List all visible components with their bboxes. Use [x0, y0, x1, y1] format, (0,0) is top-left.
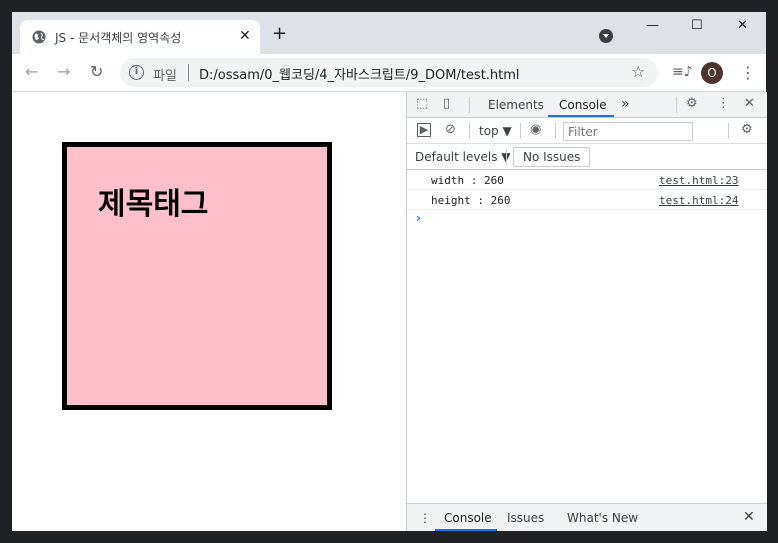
- devtools-panel: ⬚ ▯ Elements Console » ⚙ ⋮ ✕ ▶ ⊘ top ▼ ◉…: [406, 92, 767, 531]
- devtools-tabbar: ⬚ ▯ Elements Console » ⚙ ⋮ ✕: [407, 92, 767, 118]
- console-prompt-icon[interactable]: ›: [416, 211, 421, 225]
- log-source-link[interactable]: test.html:24: [659, 194, 738, 207]
- console-log-row: width : 260 test.html:23: [407, 170, 767, 190]
- inspect-element-icon[interactable]: ⬚: [416, 96, 428, 111]
- tab-strip: JS - 문서객체의 영역속성 ✕ + — ☐ ✕: [12, 12, 766, 54]
- divider: [520, 123, 521, 139]
- sidebar-toggle-icon[interactable]: ▶: [417, 123, 431, 137]
- console-settings-icon[interactable]: ⚙: [741, 122, 753, 137]
- console-output[interactable]: width : 260 test.html:23 height : 260 te…: [407, 170, 767, 503]
- profile-avatar[interactable]: O: [701, 62, 723, 84]
- reload-button[interactable]: ↻: [90, 62, 103, 81]
- info-icon[interactable]: i: [129, 65, 144, 80]
- bookmark-star-icon[interactable]: ☆: [631, 62, 645, 81]
- divider: [188, 64, 189, 81]
- content-box: 제목태그: [62, 142, 332, 410]
- drawer-tab-console[interactable]: Console: [444, 511, 492, 525]
- log-levels-dropdown[interactable]: Default levels ▼: [415, 150, 511, 164]
- browser-toolbar: ← → ↻ i 파일 D:/ossam/0_웹코딩/4_자바스크립트/9_DOM…: [12, 54, 766, 92]
- divider: [506, 149, 507, 165]
- divider: [728, 123, 729, 139]
- devtools-drawer: ⋮ Console Issues What's New ✕: [407, 503, 767, 531]
- forward-button[interactable]: →: [57, 62, 70, 81]
- divider: [469, 123, 470, 139]
- active-drawer-tab-indicator: [435, 529, 497, 531]
- customize-menu-icon[interactable]: ⋮: [717, 96, 730, 111]
- globe-icon: [32, 30, 46, 44]
- log-source-link[interactable]: test.html:23: [659, 174, 738, 187]
- clear-console-icon[interactable]: ⊘: [445, 122, 456, 137]
- browser-menu-icon[interactable]: ⋮: [740, 63, 756, 82]
- context-selector[interactable]: top ▼: [479, 124, 512, 138]
- divider: [469, 97, 470, 113]
- address-bar[interactable]: i 파일 D:/ossam/0_웹코딩/4_자바스크립트/9_DOM/test.…: [120, 58, 658, 87]
- close-devtools-icon[interactable]: ✕: [744, 96, 755, 111]
- page-viewport: 제목태그: [12, 92, 406, 531]
- active-tab-indicator: [548, 115, 614, 117]
- divider: [676, 97, 677, 113]
- filter-input[interactable]: [563, 122, 693, 141]
- browser-window: JS - 문서객체의 영역속성 ✕ + — ☐ ✕ ← → ↻ i 파일 D:/…: [12, 12, 767, 531]
- drawer-menu-icon[interactable]: ⋮: [419, 511, 431, 525]
- scheme-label: 파일: [153, 69, 177, 84]
- tab-title: JS - 문서객체의 영역속성: [55, 31, 182, 45]
- more-tabs-icon[interactable]: »: [621, 96, 630, 112]
- maximize-button[interactable]: ☐: [691, 18, 703, 33]
- tab-elements[interactable]: Elements: [488, 98, 544, 112]
- drawer-tab-issues[interactable]: Issues: [507, 511, 544, 525]
- new-tab-button[interactable]: +: [272, 25, 287, 43]
- live-expression-eye-icon[interactable]: ◉: [530, 122, 541, 137]
- back-button[interactable]: ←: [25, 62, 38, 81]
- log-message: width : 260: [431, 174, 504, 187]
- url-text[interactable]: D:/ossam/0_웹코딩/4_자바스크립트/9_DOM/test.html: [199, 64, 520, 83]
- tab-close-icon[interactable]: ✕: [239, 28, 251, 44]
- device-toolbar-icon[interactable]: ▯: [443, 96, 450, 111]
- divider: [555, 123, 556, 139]
- minimize-button[interactable]: —: [646, 18, 659, 33]
- media-control-icon[interactable]: ≡♪: [672, 64, 693, 80]
- log-message: height : 260: [431, 194, 511, 207]
- settings-icon[interactable]: ⚙: [686, 96, 698, 111]
- drawer-tab-whats-new[interactable]: What's New: [567, 511, 638, 525]
- console-toolbar: ▶ ⊘ top ▼ ◉ ⚙: [407, 118, 767, 144]
- browser-tab[interactable]: JS - 문서객체의 영역속성 ✕: [20, 20, 260, 54]
- page-heading: 제목태그: [98, 187, 209, 222]
- close-window-button[interactable]: ✕: [737, 18, 748, 33]
- tab-console[interactable]: Console: [559, 98, 607, 112]
- issues-button[interactable]: No Issues: [513, 147, 591, 167]
- console-log-row: height : 260 test.html:24: [407, 190, 767, 210]
- console-levels-bar: Default levels ▼ No Issues: [407, 144, 767, 170]
- close-drawer-icon[interactable]: ✕: [743, 509, 755, 525]
- tab-search-icon[interactable]: [599, 29, 613, 43]
